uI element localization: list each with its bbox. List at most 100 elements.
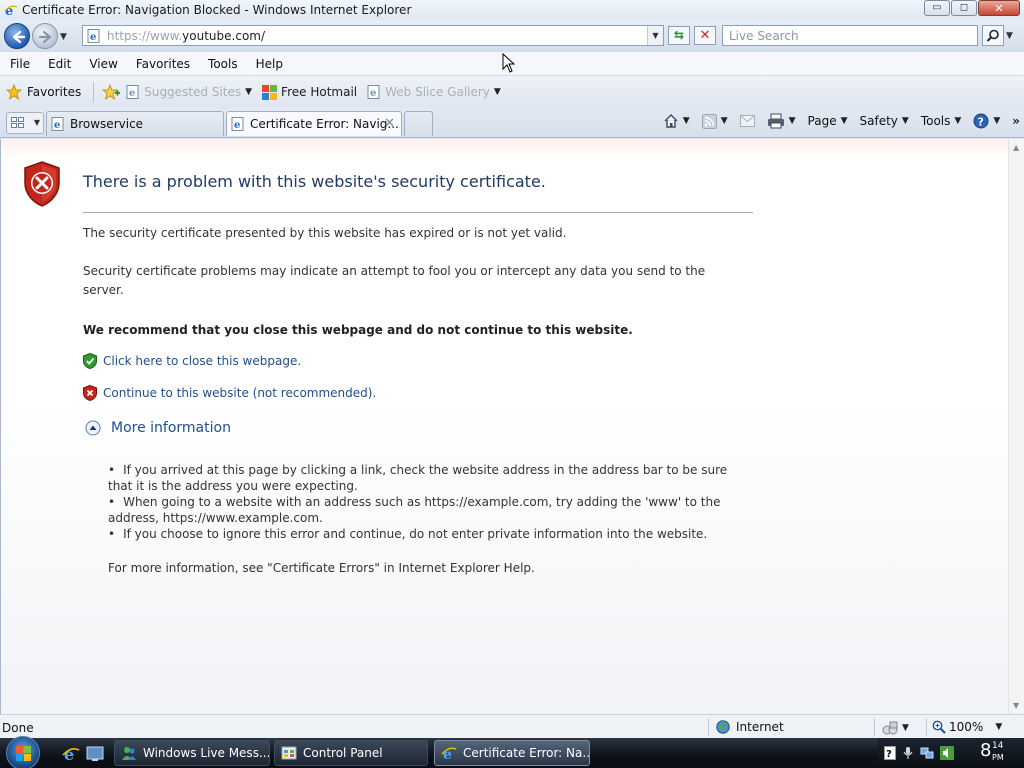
show-desktop-icon[interactable]: [86, 745, 104, 763]
tab-certificate-error[interactable]: e Certificate Error: Navig... ✕: [226, 111, 402, 136]
home-button[interactable]: ▼: [663, 113, 690, 129]
red-shield-x-icon: [83, 385, 97, 401]
clock-ampm: PM: [992, 753, 1004, 762]
microphone-icon[interactable]: [902, 746, 914, 760]
volume-icon[interactable]: [940, 746, 954, 760]
help-tray-icon[interactable]: ?: [884, 746, 896, 760]
system-clock[interactable]: 8 14 PM: [980, 740, 1004, 762]
taskbar-windows-live-messenger[interactable]: Windows Live Mess...: [114, 740, 270, 766]
taskbar-certificate-error[interactable]: e Certificate Error: Na...: [434, 740, 590, 766]
list-item: If you choose to ignore this error and c…: [108, 526, 748, 542]
safety-menu-label: Safety: [859, 114, 898, 128]
navigation-bar: ▼ e https://www.youtube.com/ ▼ ⇆ ✕ Live …: [0, 20, 1024, 52]
refresh-icon: ⇆: [673, 28, 685, 42]
help-menu-button[interactable]: ? ▼: [973, 113, 1000, 129]
chevron-down-icon: ▼: [840, 116, 848, 126]
feeds-button[interactable]: ▼: [701, 113, 728, 129]
favorites-button[interactable]: Favorites: [6, 84, 81, 100]
close-window-button[interactable]: ✕: [978, 0, 1020, 16]
menu-favorites[interactable]: Favorites: [136, 57, 190, 71]
zoom-control[interactable]: 100% ▼: [932, 720, 1002, 734]
status-divider: [874, 718, 875, 736]
vertical-scrollbar[interactable]: ▲ ▼: [1008, 139, 1024, 714]
chevron-down-icon: ▼: [33, 118, 40, 127]
minimize-button[interactable]: ▭: [924, 0, 950, 16]
menu-edit[interactable]: Edit: [48, 57, 71, 71]
messenger-icon: [122, 747, 136, 760]
maximize-icon: ◻: [959, 2, 969, 13]
page-icon: e: [367, 85, 380, 99]
svg-text:e: e: [129, 88, 135, 99]
more-information-label: More information: [111, 420, 231, 436]
star-icon: [6, 84, 22, 100]
free-hotmail-link[interactable]: Free Hotmail: [262, 84, 357, 100]
svg-text:e: e: [370, 88, 376, 99]
more-information-list: If you arrived at this page by clicking …: [108, 462, 748, 542]
tools-menu-button[interactable]: Tools ▼: [921, 114, 961, 128]
url-scheme: https://www.: [107, 29, 183, 43]
globe-icon: [716, 720, 730, 734]
tab-label: Browservice: [70, 117, 144, 131]
continue-to-website-link[interactable]: Continue to this website (not recommende…: [83, 385, 376, 401]
recommendation-text: We recommend that you close this webpage…: [83, 323, 633, 337]
printer-icon: [767, 113, 784, 129]
continue-website-label: Continue to this website (not recommende…: [103, 386, 377, 400]
print-button[interactable]: ▼: [767, 113, 796, 129]
rss-feed-icon: [701, 113, 717, 129]
refresh-button[interactable]: ⇆: [668, 26, 690, 45]
protected-mode-indicator[interactable]: ▼: [882, 721, 909, 735]
close-webpage-link[interactable]: Click here to close this webpage.: [83, 353, 301, 369]
menu-tools[interactable]: Tools: [208, 57, 238, 71]
ie-logo-icon: e: [4, 3, 18, 17]
maximize-button[interactable]: ◻: [951, 0, 977, 16]
recent-pages-dropdown[interactable]: ▼: [60, 32, 67, 42]
url-host: youtube.com/: [182, 29, 266, 43]
search-input[interactable]: Live Search: [722, 25, 978, 46]
read-mail-button[interactable]: [739, 115, 755, 127]
menu-help[interactable]: Help: [256, 57, 283, 71]
more-information-toggle[interactable]: More information: [85, 420, 231, 436]
scroll-up-icon[interactable]: ▲: [1013, 143, 1019, 152]
web-slice-gallery-link[interactable]: e Web Slice Gallery ▼: [367, 85, 501, 99]
quick-tabs-button[interactable]: ▼: [6, 112, 44, 134]
security-zone[interactable]: Internet: [716, 720, 784, 734]
internet-explorer-quicklaunch-icon[interactable]: e: [62, 745, 80, 763]
title-divider: [83, 212, 753, 213]
page-icon: e: [231, 117, 244, 131]
back-button[interactable]: [4, 23, 30, 49]
zoom-level: 100%: [949, 720, 984, 734]
taskbar-control-panel[interactable]: Control Panel: [274, 740, 428, 766]
address-dropdown[interactable]: ▼: [647, 26, 663, 45]
stop-button[interactable]: ✕: [694, 26, 716, 45]
tab-browservice[interactable]: e Browservice: [46, 111, 224, 136]
chevron-down-icon: ▼: [995, 722, 1003, 732]
page-icon: e: [87, 29, 101, 46]
suggested-sites-link[interactable]: e Suggested Sites ▼: [126, 85, 252, 99]
add-favorite-icon[interactable]: [102, 84, 121, 100]
error-shield-icon: [24, 161, 60, 207]
search-button[interactable]: [982, 25, 1004, 46]
chevron-down-icon: ▼: [682, 116, 690, 126]
command-bar: ▼ ▼ ▼ Page ▼ Safety ▼ Tools ▼ ? ▼ »: [663, 108, 1024, 134]
search-options-dropdown[interactable]: ▼: [1006, 31, 1013, 41]
menu-file[interactable]: File: [10, 57, 30, 71]
minimize-icon: ▭: [932, 2, 942, 13]
forward-button[interactable]: [32, 23, 58, 49]
address-input[interactable]: e https://www.youtube.com/ ▼: [82, 25, 664, 46]
close-icon: ✕: [994, 1, 1004, 15]
start-button[interactable]: [6, 736, 40, 768]
new-tab-button[interactable]: [404, 111, 433, 136]
close-tab-icon[interactable]: ✕: [384, 116, 395, 131]
menu-view[interactable]: View: [89, 57, 117, 71]
quick-tabs-icon: [11, 117, 25, 129]
title-bar: e Certificate Error: Navigation Blocked …: [0, 0, 1024, 20]
taskbar-button-label: Control Panel: [303, 746, 383, 760]
more-commands-icon[interactable]: »: [1012, 114, 1020, 128]
network-icon[interactable]: [920, 746, 934, 760]
help-icon: ?: [973, 113, 989, 129]
svg-text:?: ?: [978, 116, 984, 129]
security-warning-text: Security certificate problems may indica…: [83, 264, 706, 297]
safety-menu-button[interactable]: Safety ▼: [860, 114, 909, 128]
scroll-down-icon[interactable]: ▼: [1013, 701, 1019, 710]
page-menu-button[interactable]: Page ▼: [808, 114, 848, 128]
